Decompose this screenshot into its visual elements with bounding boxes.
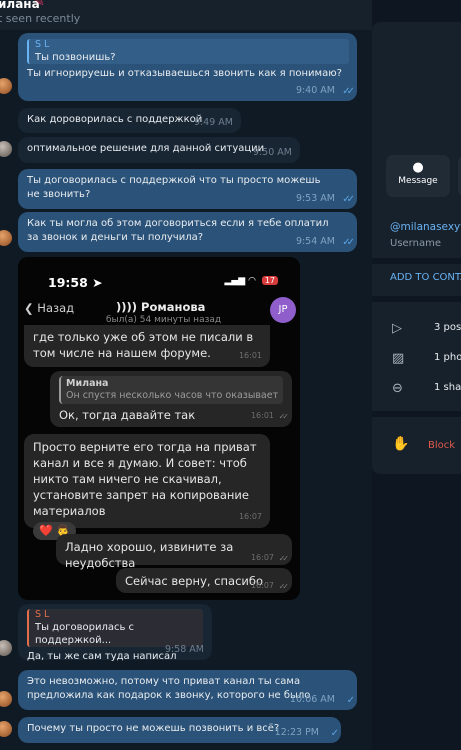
message-time: 9:49 AM — [193, 117, 233, 128]
hand-icon: ✋ — [392, 436, 410, 452]
profile-username-label: Username — [390, 238, 441, 249]
divider — [372, 296, 461, 302]
message-text: оптимальное решение для данной ситуации — [27, 143, 265, 154]
reply-quote[interactable]: S L Ты позвонишь? — [27, 39, 349, 64]
divider — [372, 411, 461, 417]
divider — [372, 258, 461, 264]
shared-posts-row[interactable]: ▷ 3 post — [392, 321, 461, 336]
message-button-label: Message — [398, 176, 438, 186]
read-tick-icon: ✓ — [330, 728, 340, 739]
read-ticks-icon: ✓✓ — [342, 86, 355, 97]
chevron-left-icon: ❮ — [24, 301, 34, 315]
message-bubble[interactable]: Почему ты просто не можешь позвонить и в… — [18, 717, 341, 743]
read-tick-icon: ✓ — [346, 695, 356, 706]
screenshot-message: Просто верните его тогда на приват канал… — [24, 434, 270, 540]
message-text: Как ты могла об этом договориться если я… — [27, 218, 329, 243]
message-time: 9:53 AM — [295, 193, 335, 204]
screenshot-message-text: Ок, тогда давайте так — [59, 408, 196, 422]
message-time: 12:23 PM — [274, 727, 319, 738]
message-time: 10:06 AM — [289, 694, 335, 705]
row-label: 1 shar — [434, 382, 461, 393]
message-time: 9:50 AM — [252, 147, 292, 158]
message-bubble[interactable]: Как ты могла об этом договориться если я… — [18, 212, 357, 252]
message-text: Ты договорилась с поддержкой что ты прос… — [27, 175, 321, 200]
screenshot-image[interactable]: 19:58 ➤ ▂▄▆ ◠ 17 ❮ Назад )))) Романова б… — [18, 257, 300, 600]
screenshot-message-time: 16:07 — [250, 553, 274, 562]
read-ticks-icon: ✓✓ — [278, 582, 290, 591]
location-arrow-icon: ➤ — [92, 275, 103, 290]
message-text: Ты игнорируешь и отказываешься звонить к… — [27, 68, 342, 79]
back-button: ❮ Назад — [24, 301, 75, 315]
battery-icon: 17 — [261, 276, 278, 285]
screenshot-nav-bar: ❮ Назад )))) Романова был(а) 54 минуты н… — [18, 293, 300, 329]
message-bubble[interactable]: Как дороворилась с поддержкой 9:49 AM — [18, 108, 241, 133]
screenshot-reply-author: Милана — [66, 378, 109, 389]
play-icon: ▷ — [392, 321, 402, 336]
message-bubble[interactable]: S L Ты договорилась с поддержкой... Да, … — [18, 604, 212, 662]
link-icon: ⊖ — [392, 381, 403, 396]
read-ticks-icon: ✓✓ — [278, 412, 290, 421]
read-ticks-icon: ✓✓ — [278, 554, 290, 563]
screenshot-message: Милана Он спустя несколько часов что ока… — [50, 371, 292, 427]
photo-icon: ▨ — [392, 351, 405, 366]
reply-author: S L — [35, 39, 50, 50]
screenshot-message-time: 16:07 — [238, 512, 262, 521]
chat-status: t seen recently — [0, 12, 81, 25]
reply-quote[interactable]: S L Ты договорилась с поддержкой... — [27, 609, 203, 647]
message-time: 9:58 AM — [164, 644, 204, 655]
contact-last-seen: был(а) 54 минуты назад — [106, 315, 222, 325]
block-label: Block — [428, 440, 456, 451]
wifi-icon: ◠ — [248, 276, 256, 286]
signal-icon: ▂▄▆ — [224, 276, 246, 286]
screenshot-message-time: 16:01 — [238, 351, 262, 360]
message-bubble[interactable]: Это невозможно, потому что приват канал … — [18, 670, 357, 710]
screenshot-reply-text: Он спустя несколько часов что оказываетс… — [66, 390, 278, 401]
status-bar-time: 19:58 ➤ — [48, 275, 103, 290]
read-ticks-icon: ✓✓ — [342, 194, 355, 205]
message-time: 9:40 AM — [295, 85, 335, 96]
row-label: 3 post — [434, 322, 461, 333]
screenshot-message: Сейчас верну, спасибо 16:07 ✓✓ — [116, 568, 292, 593]
chat-header[interactable]: илана ✎ t seen recently — [0, 0, 372, 30]
chat-bubble-icon: ● — [412, 160, 424, 175]
screenshot-message-text: Просто верните его тогда на приват канал… — [33, 440, 257, 518]
pen-icon: ✎ — [34, 0, 45, 10]
block-user-button[interactable]: ✋ Block — [392, 436, 455, 452]
message-bubble[interactable]: Ты договорилась с поддержкой что ты прос… — [18, 169, 357, 209]
message-bubble[interactable]: оптимальное решение для данной ситуации … — [18, 137, 300, 163]
screenshot-message-time: 16:01 — [250, 411, 274, 420]
status-bar-icons: ▂▄▆ ◠ 17 — [224, 276, 278, 286]
row-label: 1 phot — [434, 352, 461, 363]
screenshot-reply-quote: Милана Он спустя несколько часов что ока… — [59, 376, 283, 404]
screenshot-message-time: 16:07 — [250, 581, 274, 590]
reply-text: Ты позвонишь? — [35, 52, 116, 63]
reply-author: S L — [35, 609, 50, 620]
screenshot-message: Ладно хорошо, извините за неудобства 16:… — [56, 534, 292, 570]
profile-username[interactable]: @milanasexyv — [390, 221, 461, 233]
shared-photos-row[interactable]: ▨ 1 phot — [392, 351, 461, 366]
message-button[interactable]: ● Message — [386, 155, 450, 197]
message-time: 9:54 AM — [295, 236, 335, 247]
add-to-contacts-button[interactable]: ADD TO CONTA — [390, 272, 461, 283]
message-bubble[interactable]: S L Ты позвонишь? Ты игнорируешь и отказ… — [18, 33, 357, 101]
profile-panel: ● Message @milanasexyv Username ADD TO C… — [372, 22, 461, 474]
read-ticks-icon: ✓✓ — [342, 237, 355, 248]
screenshot-message-text: где только уже об этом не писали в том ч… — [33, 330, 254, 360]
screenshot-message: где только уже об этом не писали в том ч… — [24, 325, 270, 367]
contact-avatar: JP — [270, 297, 296, 323]
shared-links-row[interactable]: ⊖ 1 shar — [392, 381, 461, 396]
contact-name: )))) Романова — [116, 300, 206, 314]
